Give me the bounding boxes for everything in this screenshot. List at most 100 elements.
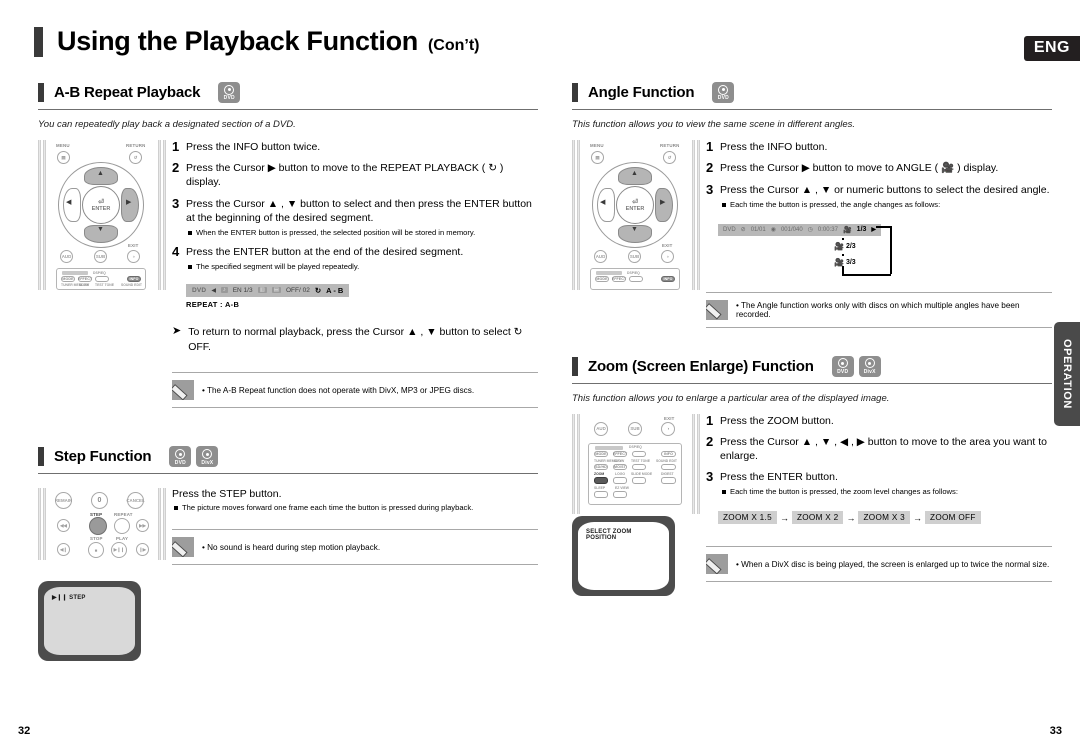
angle-osd-disc: DVD [723, 226, 736, 233]
step-function-lead: Press the STEP button. [172, 488, 282, 501]
step-item: 3 Press the Cursor ▲ , ▼ or numeric butt… [706, 182, 1052, 210]
zoom-function-note-text: • When a DivX disc is being played, the … [736, 559, 1050, 569]
left-column: A-B Repeat Playback DVD You can repeated… [38, 82, 538, 662]
remote-cancel-button[interactable]: CANCEL [126, 492, 145, 510]
remote-rewind-button[interactable]: ◀❙ [57, 543, 70, 557]
camera-angle-icon: 🎥 [834, 241, 844, 251]
remote-label-repeat: REPEAT [114, 512, 133, 518]
step-sub-note: When the ENTER button is pressed, the se… [188, 228, 538, 238]
remote-rail-right [697, 413, 700, 514]
step-text: Press the ENTER button at the end of the… [186, 245, 464, 258]
remote-zoom-button[interactable] [594, 476, 608, 484]
remote-sdhd-button[interactable]: SD/HD [594, 463, 608, 471]
remote-forward-button[interactable]: ❙▶ [136, 543, 149, 557]
ab-repeat-note-text: • The A-B Repeat function does not opera… [202, 385, 475, 395]
zoom-function-heading: Zoom (Screen Enlarge) Function DVD DivX [572, 355, 1052, 384]
remote-audio-button[interactable]: AUD [594, 250, 607, 263]
remote-digest-button[interactable] [661, 476, 676, 484]
step-function-steps: Press the STEP button. The picture moves… [166, 488, 538, 566]
arrow-bullet-icon: ➤ [172, 324, 182, 337]
remote-sleep-button[interactable] [594, 490, 608, 498]
remote-dspeq-button[interactable] [632, 450, 646, 458]
osd-left-arrow-icon: ◀ [211, 287, 216, 294]
remote-mode-button[interactable]: MODE [594, 450, 608, 458]
step-item: 2 Press the Cursor ▲ , ▼ , ◀ , ▶ button … [706, 433, 1052, 463]
remote-dspeq-button[interactable] [629, 276, 643, 282]
bullet-square-icon [722, 490, 726, 495]
remote-audio-button[interactable]: AUD [594, 421, 608, 436]
remote-play-pause-button[interactable]: ▶❙❙ [111, 542, 127, 559]
remote-sound-edit-button[interactable] [661, 463, 676, 471]
remote-repeat-button[interactable] [114, 518, 130, 535]
disc-badge-divx-icon: DivX [858, 355, 881, 377]
remote-stop-button[interactable]: ■ [88, 542, 104, 559]
remote-keypad-block: DSP/EQ MODE EFFECT INFO [590, 268, 680, 290]
remote-mode-button[interactable]: MODE [61, 276, 75, 282]
remote-step-button[interactable] [89, 517, 107, 536]
ab-repeat-heading: A-B Repeat Playback DVD [38, 82, 538, 110]
remote-info-button[interactable]: INFO [661, 276, 675, 282]
remote-remain-button[interactable]: REMAIN [55, 492, 72, 510]
remote-next-button[interactable]: ▶▶ [136, 519, 149, 533]
angle-flow-diagram: DVD ⊘ 01/01 ◉ 001/040 ◷ 0:00:37 🎥 1/3 ▶ [718, 218, 1052, 282]
step-text: Press the Cursor ▶ button to move to ANG… [720, 162, 999, 175]
remote-exit-button[interactable]: ◑ [661, 250, 674, 263]
remote-exit-button[interactable]: ◑ [127, 250, 140, 263]
manual-page: Using the Playback Function (Con’t) ENG … [0, 0, 1080, 753]
remote-label-play: PLAY [116, 536, 129, 542]
angle-osd-strip: DVD ⊘ 01/01 ◉ 001/040 ◷ 0:00:37 🎥 1/3 ▶ [718, 223, 882, 236]
osd-mode-label: A - B [326, 285, 344, 295]
remote-effect-button[interactable]: EFFECT [78, 276, 92, 282]
remote-info-button[interactable]: INFO [127, 276, 141, 282]
remote-mode-button[interactable]: MODE [595, 276, 609, 282]
osd-audio-icon: ♪ [220, 287, 228, 294]
disc-badge-label: DVD [717, 95, 729, 102]
zoom-function-description: This function allows you to enlarge a pa… [572, 392, 890, 404]
remote-illustration-ab-repeat: MENU ▤ RETURN ↺ ▲ ▼ ◀ ▶ ⏎ ENTER AUD SUB … [38, 140, 166, 408]
remote-info-button[interactable]: INFO [661, 450, 676, 458]
section-angle-function: Angle Function DVD This function allows … [572, 82, 1052, 328]
step-sub-note-text: The specified segment will be played rep… [196, 262, 360, 272]
remote-exit-button[interactable]: ◑ [661, 421, 675, 436]
remote-effect-button[interactable]: EFFECT [613, 450, 627, 458]
nav-up-triangle-icon: ▲ [631, 170, 638, 177]
zoom-level-chip: ZOOM OFF [925, 511, 981, 525]
remote-label-menu: MENU [590, 143, 604, 148]
remote-audio-button[interactable]: AUD [60, 250, 73, 263]
heading-accent-bar [38, 447, 44, 467]
remote-most-button[interactable]: MO/ST [613, 463, 627, 471]
angle-function-heading: Angle Function DVD [572, 82, 1052, 110]
remote-ez-view-button[interactable] [613, 490, 627, 498]
angle-osd-angle: 1/3 [856, 226, 867, 234]
step-text: Press the ENTER button. [720, 471, 838, 484]
camera-angle-icon: 🎥 [842, 226, 852, 234]
remote-subtitle-button[interactable]: SUB [628, 250, 641, 263]
remote-zero-button[interactable]: 0 [91, 492, 108, 510]
remote-label-test-tone: TEST TONE [95, 283, 114, 287]
remote-subtitle-button[interactable]: SUB [628, 421, 642, 436]
remote-prev-button[interactable]: ◀◀ [57, 519, 70, 533]
flow-dot [842, 237, 844, 240]
remote-subtitle-button[interactable]: SUB [94, 250, 107, 263]
zoom-level-flow: ZOOM X 1.5 → ZOOM X 2 → ZOOM X 3 → ZOOM … [718, 511, 1052, 525]
remote-label-logo: LOGO [615, 471, 625, 476]
remote-enter-label: ENTER [91, 206, 111, 212]
remote-slide-mode-button[interactable] [632, 476, 646, 484]
remote-enter-button[interactable]: ⏎ ENTER [82, 186, 120, 224]
remote-test-tone-button[interactable] [632, 463, 646, 471]
pencil-note-icon [172, 380, 194, 401]
remote-effect-button[interactable]: EFFECT [612, 276, 626, 282]
remote-label-test-tone: TEST TONE [631, 458, 650, 463]
remote-enter-button[interactable]: ⏎ ENTER [616, 186, 654, 224]
step-number: 2 [706, 433, 714, 449]
step-sub-note-text: When the ENTER button is pressed, the se… [196, 227, 476, 237]
step-function-title: Step Function [54, 448, 152, 466]
remote-logo-button[interactable] [613, 476, 627, 484]
enter-glyph-icon: ⏎ [632, 199, 638, 206]
osd-audio-label: EN 1/3 [232, 286, 253, 294]
section-ab-repeat: A-B Repeat Playback DVD You can repeated… [38, 82, 538, 409]
remote-dspeq-button[interactable] [95, 276, 109, 282]
zoom-level-chip: ZOOM X 3 [858, 511, 911, 525]
step-number: 3 [706, 469, 714, 485]
page-title-main: Using the Playback Function [57, 26, 418, 56]
